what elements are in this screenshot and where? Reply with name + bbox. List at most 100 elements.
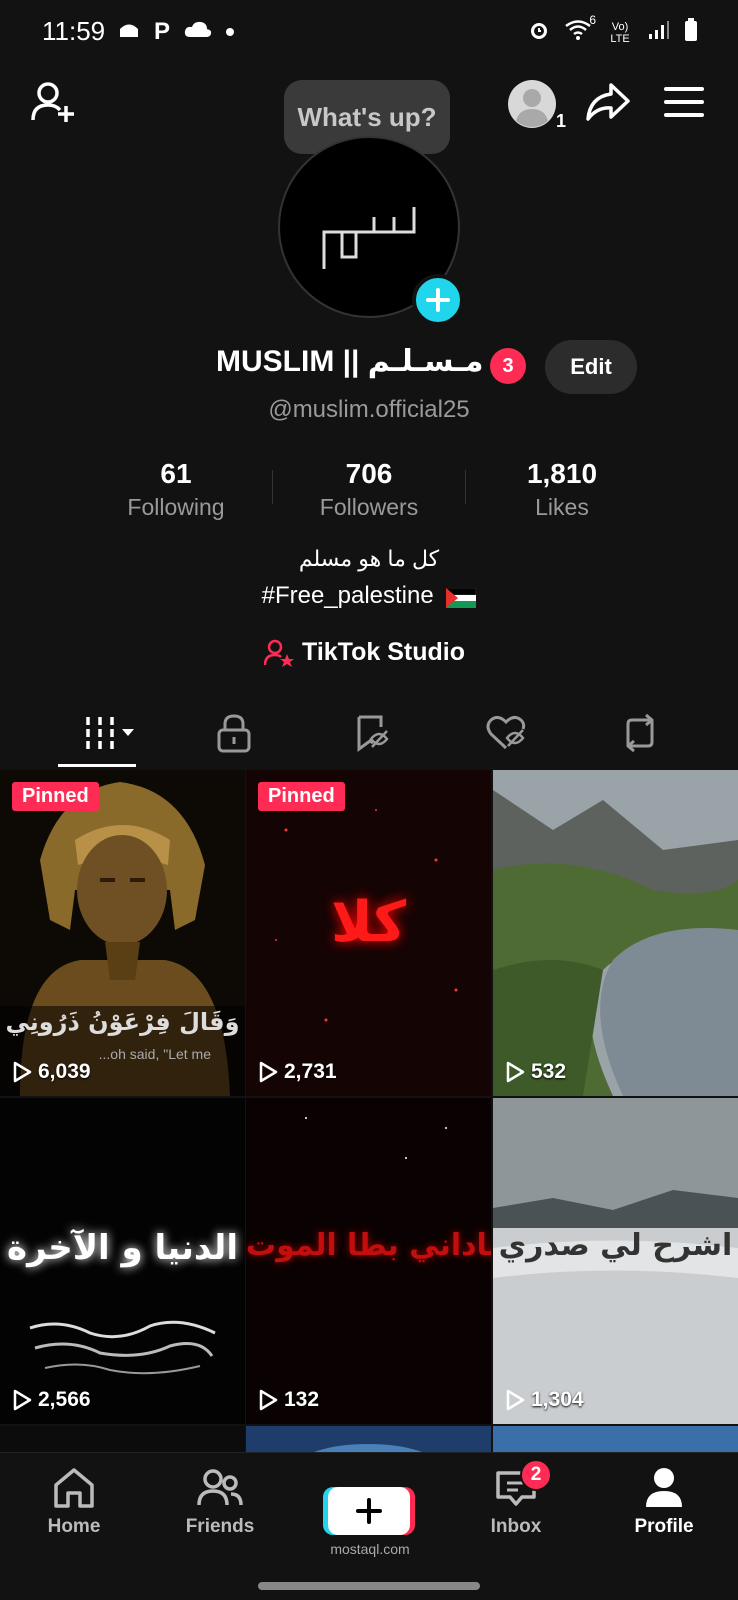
signal-icon [648, 20, 670, 45]
plus-icon [356, 1498, 382, 1524]
wifi-label: 6 [589, 13, 596, 27]
status-bar: 11:59 P 6 Vo) LTE [0, 0, 738, 64]
profile-icon [646, 1468, 682, 1507]
nav-home[interactable]: Home [14, 1467, 134, 1538]
avatar-add-button[interactable] [412, 274, 464, 326]
play-icon [259, 1061, 278, 1083]
notification-dot-icon [226, 28, 235, 36]
tab-active-indicator [58, 764, 136, 767]
nav-friends[interactable]: Friends [160, 1467, 280, 1538]
nav-inbox[interactable]: 2 Inbox [456, 1459, 576, 1538]
divider [465, 470, 466, 504]
add-friend-button[interactable] [28, 76, 80, 128]
tab-liked[interactable] [466, 708, 546, 758]
share-arrow-icon [586, 83, 630, 121]
bookmark-hidden-icon [357, 715, 389, 752]
home-icon [54, 1468, 94, 1508]
stat-followers[interactable]: 706 Followers [279, 458, 459, 521]
hamburger-icon [664, 87, 704, 117]
view-count-label: 132 [284, 1388, 320, 1411]
nav-profile[interactable]: Profile [604, 1467, 724, 1538]
divider [272, 470, 273, 504]
play-icon [13, 1061, 32, 1083]
view-count-label: 2,566 [38, 1388, 91, 1411]
view-count-label: 2,731 [284, 1060, 337, 1083]
share-profile-button[interactable] [582, 76, 634, 128]
video-caption: ناداني بطا الموت [246, 1228, 491, 1263]
profile-name: MUSLIM || مـسـلـم [216, 345, 484, 378]
video-thumbnail[interactable]: الدنيا و الآخرة 2,566 [0, 1098, 245, 1424]
play-icon [506, 1061, 525, 1083]
account-switcher-button[interactable]: 1 [504, 76, 566, 132]
cloud-icon [184, 20, 212, 44]
video-thumbnail[interactable]: Pinned وَقَالَ فِرْعَوْنُ ذَرُونِي ...oh… [0, 770, 245, 1096]
edit-profile-button[interactable]: Edit [545, 340, 637, 394]
video-caption: وَقَالَ فِرْعَوْنُ ذَرُونِي [5, 1008, 240, 1036]
notification-badge[interactable]: 3 [490, 348, 526, 384]
stat-value: 61 [160, 458, 192, 489]
stat-value: 1,810 [526, 458, 598, 489]
app-p-icon: P [154, 18, 171, 45]
view-count: 132 [258, 1388, 319, 1412]
stat-label: Followers [319, 494, 419, 520]
view-count: 2,731 [258, 1060, 337, 1084]
bottom-nav: Home Friends mostaql.com 2 Inbox Profile [0, 1452, 738, 1572]
content-tabs [0, 700, 738, 770]
video-thumbnail[interactable]: اشرح لي صدري 1,304 [493, 1098, 738, 1424]
video-thumbnail[interactable]: 532 [493, 770, 738, 1096]
create-button[interactable] [328, 1487, 410, 1535]
bio-line-2: #Free_palestine [0, 582, 738, 610]
profile-handle: @muslim.official25 [268, 396, 470, 423]
view-count-label: 532 [531, 1060, 567, 1083]
alarm-icon [528, 19, 550, 46]
play-icon [506, 1389, 525, 1411]
view-count-label: 1,304 [531, 1388, 584, 1411]
muslim-logo-icon [322, 207, 416, 269]
home-indicator[interactable] [258, 1582, 480, 1590]
tab-saved[interactable] [332, 708, 412, 758]
stat-likes[interactable]: 1,810 Likes [472, 458, 652, 521]
play-icon [13, 1389, 32, 1411]
nav-profile-label: Profile [634, 1516, 694, 1537]
profile-stats: 61 Following 706 Followers 1,810 Likes [0, 458, 738, 528]
name-row: MUSLIM || مـسـلـم 3 Edit [0, 340, 738, 396]
stat-following[interactable]: 61 Following [86, 458, 266, 521]
plus-icon [426, 288, 450, 312]
friends-icon [197, 1469, 243, 1506]
stat-label: Likes [535, 494, 589, 520]
view-count: 532 [505, 1060, 566, 1084]
mosque-icon [118, 20, 140, 44]
pinned-badge: Pinned [258, 782, 345, 811]
video-thumbnail[interactable]: ناداني بطا الموت 132 [246, 1098, 491, 1424]
view-count-label: 6,039 [38, 1060, 91, 1083]
tab-reposts[interactable] [600, 708, 680, 758]
video-thumbnail[interactable]: Pinned كلا 2,731 [246, 770, 491, 1096]
nav-friends-label: Friends [185, 1516, 255, 1537]
repost-icon [626, 714, 654, 752]
add-person-icon [31, 82, 74, 122]
view-count: 1,304 [505, 1388, 584, 1412]
bio-hashtag[interactable]: #Free_palestine [262, 582, 434, 609]
video-caption: اشرح لي صدري [498, 1228, 733, 1263]
watermark: mostaql.com [330, 1541, 410, 1557]
studio-label: TikTok Studio [302, 638, 465, 666]
studio-person-star-icon [264, 639, 294, 667]
video-caption: كلا [330, 890, 407, 955]
lock-icon [217, 714, 251, 753]
tab-private[interactable] [194, 708, 274, 758]
menu-button[interactable] [658, 78, 710, 126]
nav-inbox-label: Inbox [490, 1516, 542, 1537]
stat-value: 706 [345, 458, 393, 489]
status-time: 11:59 [42, 16, 106, 46]
bio-line-1: كل ما هو مسلم [298, 546, 440, 571]
tab-videos[interactable] [70, 708, 150, 758]
tiktok-studio-link[interactable]: TikTok Studio [264, 638, 465, 667]
battery-icon [684, 18, 698, 47]
video-caption: الدنيا و الآخرة [7, 1228, 238, 1268]
inbox-badge: 2 [520, 1459, 552, 1491]
network-label: Vo) LTE [610, 20, 630, 45]
landscape-lake-image [493, 770, 738, 1096]
view-count: 2,566 [12, 1388, 91, 1412]
view-count: 6,039 [12, 1060, 91, 1084]
pinned-badge: Pinned [12, 782, 99, 811]
